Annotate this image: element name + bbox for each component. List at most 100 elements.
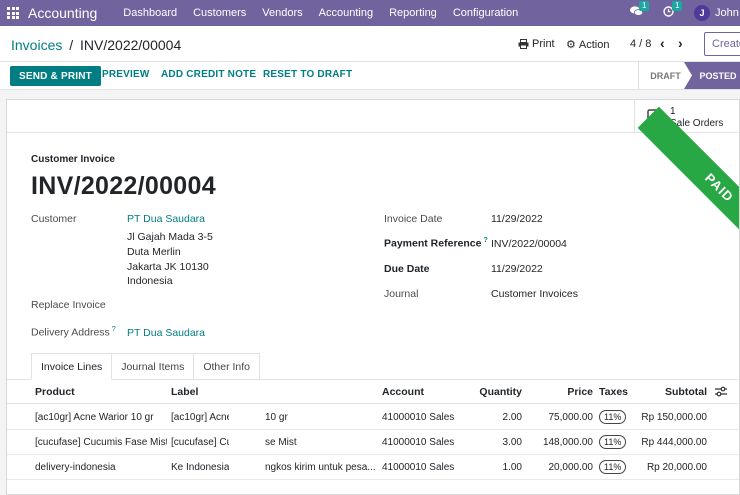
header-subtotal[interactable]: Subtotal xyxy=(637,386,707,398)
row-label: [ac10gr] Acne xyxy=(171,412,229,423)
menu-dashboard[interactable]: Dashboard xyxy=(115,7,185,19)
avatar[interactable]: J xyxy=(694,5,710,21)
header-account[interactable]: Account xyxy=(382,386,424,398)
send-print-button[interactable]: SEND & PRINT xyxy=(10,66,101,86)
reset-to-draft-button[interactable]: RESET TO DRAFT xyxy=(263,69,352,80)
main-menu: Dashboard Customers Vendors Accounting R… xyxy=(115,7,526,19)
add-credit-note-button[interactable]: ADD CREDIT NOTE xyxy=(161,69,256,80)
sale-orders-count: 1 xyxy=(670,106,676,117)
customer-field[interactable]: PT Dua Saudara xyxy=(127,213,205,225)
messages-button[interactable]: 1 xyxy=(630,1,650,20)
tax-badge: 11% xyxy=(599,435,627,449)
row-price: 148,000.00 xyxy=(542,437,593,448)
delivery-address-field[interactable]: PT Dua Saudara xyxy=(127,327,205,339)
activities-badge: 1 xyxy=(672,1,683,11)
menu-vendors[interactable]: Vendors xyxy=(254,7,310,19)
print-label: Print xyxy=(532,38,555,50)
header-taxes[interactable]: Taxes xyxy=(599,386,628,398)
stage-draft[interactable]: DRAFT xyxy=(638,62,692,89)
tab-other-info[interactable]: Other Info xyxy=(194,353,261,380)
customer-label: Customer xyxy=(31,213,77,225)
row-subtotal: Rp 150,000.00 xyxy=(641,412,707,423)
replace-invoice-label: Replace Invoice xyxy=(31,299,106,311)
row-product: [ac10gr] Acne Warior 10 gr xyxy=(35,412,154,423)
row-taxes: 11% xyxy=(599,435,627,449)
payment-reference-label: Payment Reference? xyxy=(384,237,488,250)
row-account: 41000010 Sales xyxy=(382,462,455,473)
customer-address: Jl Gajah Mada 3-5 Duta Merlin Jakarta JK… xyxy=(127,230,213,289)
due-date-label: Due Date xyxy=(384,263,430,275)
invoice-lines-header: Product Label Account Quantity Price Tax… xyxy=(7,380,739,404)
journal-label: Journal xyxy=(384,288,419,300)
row-subtotal: Rp 20,000.00 xyxy=(646,462,707,473)
address-line: Jakarta JK 10130 xyxy=(127,260,209,273)
breadcrumb: Invoices / INV/2022/00004 xyxy=(11,37,181,53)
table-row[interactable]: delivery-indonesia Ke Indonesia ngkos ki… xyxy=(7,455,739,480)
button-box: 1 Sale Orders xyxy=(7,100,739,133)
payment-reference-field[interactable]: INV/2022/00004 xyxy=(491,238,567,250)
tab-invoice-lines[interactable]: Invoice Lines xyxy=(31,353,113,380)
optional-columns-icon[interactable] xyxy=(715,386,727,397)
journal-field[interactable]: Customer Invoices xyxy=(491,288,578,300)
row-account: 41000010 Sales xyxy=(382,437,455,448)
row-label-tail: ngkos kirim untuk pesa... xyxy=(265,462,376,473)
chevron-right-icon[interactable]: › xyxy=(678,35,683,51)
row-price: 20,000.00 xyxy=(548,462,594,473)
header-price[interactable]: Price xyxy=(537,386,593,398)
gear-icon: ⚙ xyxy=(566,39,576,51)
header-label[interactable]: Label xyxy=(171,386,198,398)
form-sheet: 1 Sale Orders PAID Customer Invoice INV/… xyxy=(6,99,740,495)
menu-accounting[interactable]: Accounting xyxy=(311,7,381,19)
control-panel: Invoices / INV/2022/00004 Print ⚙ Action… xyxy=(0,26,740,62)
table-row[interactable]: [ac10gr] Acne Warior 10 gr [ac10gr] Acne… xyxy=(7,405,739,430)
invoice-date-field[interactable]: 11/29/2022 xyxy=(491,213,543,225)
header-product[interactable]: Product xyxy=(35,386,75,398)
menu-reporting[interactable]: Reporting xyxy=(381,7,445,19)
print-button[interactable]: Print xyxy=(518,38,555,50)
row-subtotal: Rp 444,000.00 xyxy=(641,437,707,448)
row-label: Ke Indonesia xyxy=(171,462,229,473)
tax-badge: 11% xyxy=(599,410,627,424)
notebook-tabs: Invoice Lines Journal Items Other Info xyxy=(31,353,261,380)
invoice-date-label: Invoice Date xyxy=(384,213,443,225)
row-label-tail: se Mist xyxy=(265,437,297,448)
address-line: Jl Gajah Mada 3-5 xyxy=(127,231,213,243)
menu-configuration[interactable]: Configuration xyxy=(445,7,526,19)
row-quantity: 3.00 xyxy=(502,437,522,448)
table-row[interactable]: [cucufase] Cucumis Fase Mist [cucufase] … xyxy=(7,430,739,455)
apps-grid-icon[interactable] xyxy=(0,0,26,26)
address-line: Duta Merlin xyxy=(127,245,181,258)
row-taxes: 11% xyxy=(599,460,627,474)
top-navbar: Accounting Dashboard Customers Vendors A… xyxy=(0,0,740,26)
action-label: Action xyxy=(578,38,610,51)
row-quantity: 2.00 xyxy=(502,412,522,423)
status-bar: SEND & PRINT PREVIEW ADD CREDIT NOTE RES… xyxy=(0,62,740,90)
action-button[interactable]: ⚙ Action xyxy=(566,38,610,52)
printer-icon xyxy=(518,39,529,49)
due-date-field[interactable]: 11/29/2022 xyxy=(491,263,543,275)
pager-value[interactable]: 4 / 8 xyxy=(630,38,651,50)
row-account: 41000010 Sales xyxy=(382,412,455,423)
menu-customers[interactable]: Customers xyxy=(185,7,254,19)
activities-button[interactable]: 1 xyxy=(663,1,683,20)
breadcrumb-current: INV/2022/00004 xyxy=(80,37,182,53)
row-label: [cucufase] Cu xyxy=(171,437,229,448)
messages-badge: 1 xyxy=(639,1,650,11)
delivery-address-label: Delivery Address? xyxy=(31,326,116,339)
chevron-left-icon[interactable]: ‹ xyxy=(660,35,665,51)
create-button[interactable]: Create xyxy=(704,32,740,56)
row-taxes: 11% xyxy=(599,410,627,424)
invoice-type: Customer Invoice xyxy=(31,154,115,165)
user-name[interactable]: John D xyxy=(715,7,740,19)
app-name[interactable]: Accounting xyxy=(28,5,97,21)
row-product: delivery-indonesia xyxy=(35,462,116,473)
breadcrumb-invoices[interactable]: Invoices xyxy=(11,37,62,53)
preview-button[interactable]: PREVIEW xyxy=(102,69,150,80)
header-quantity[interactable]: Quantity xyxy=(467,386,522,398)
tab-journal-items[interactable]: Journal Items xyxy=(112,353,195,380)
row-label-tail: 10 gr xyxy=(265,412,288,423)
row-product: [cucufase] Cucumis Fase Mist xyxy=(35,437,167,448)
stage-posted[interactable]: POSTED xyxy=(684,62,740,89)
row-quantity: 1.00 xyxy=(502,462,522,473)
tax-badge: 11% xyxy=(599,460,627,474)
